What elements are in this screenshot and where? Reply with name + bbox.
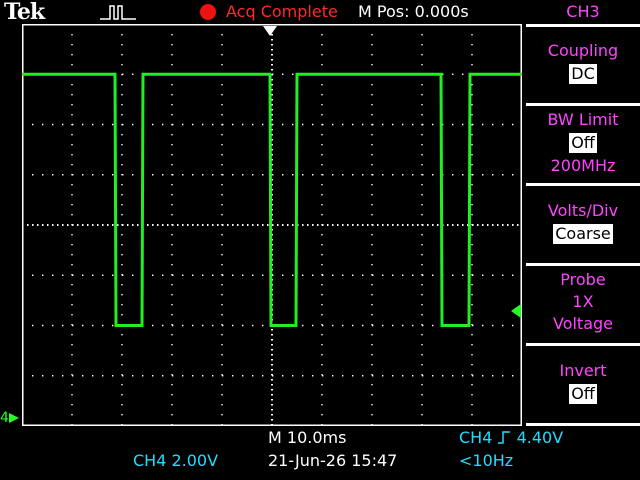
invert-button[interactable]: Invert Off — [526, 360, 640, 404]
ground-arrow-icon — [9, 413, 19, 423]
menu-divider — [526, 343, 640, 346]
probe-button[interactable]: Probe 1X Voltage — [526, 269, 640, 335]
invert-value: Off — [569, 384, 597, 404]
waveform-display — [22, 24, 522, 426]
frequency-readout: <10Hz — [459, 451, 514, 470]
volts-div-label: Volts/Div — [547, 201, 619, 220]
channel-scale-readout: CH4 2.00V — [133, 451, 219, 470]
probe-label: Probe — [560, 270, 606, 289]
bw-limit-value: Off — [569, 133, 597, 153]
bw-limit-label: BW Limit — [547, 110, 619, 129]
menu-divider — [526, 24, 640, 27]
invert-label: Invert — [559, 361, 607, 380]
channel-ground-marker: 4 — [0, 410, 9, 426]
trigger-pulse-icon — [100, 5, 136, 20]
waveform-trace — [22, 72, 522, 327]
trigger-level-marker-icon — [511, 304, 521, 318]
coupling-label: Coupling — [547, 41, 619, 60]
bw-limit-button[interactable]: BW Limit Off 200MHz — [526, 109, 640, 177]
trigger-readout: CH4 4.40V — [459, 428, 563, 448]
acquisition-status-icon — [200, 4, 216, 20]
menu-channel-title: CH3 — [566, 2, 600, 21]
acquisition-status: Acq Complete — [226, 2, 338, 21]
trigger-source: CH4 — [459, 428, 493, 447]
side-menu: CH3 Coupling DC BW Limit Off 200MHz Volt… — [526, 0, 640, 480]
datetime-readout: 21-Jun-26 15:47 — [268, 451, 398, 470]
menu-divider — [526, 183, 640, 186]
probe-attenuation: 1X — [572, 292, 594, 311]
rising-edge-icon — [498, 431, 511, 444]
menu-position-readout: M Pos: 0.000s — [358, 2, 469, 21]
bw-limit-frequency: 200MHz — [550, 156, 616, 175]
brand-logo: Tek — [4, 0, 45, 25]
volts-div-value: Coarse — [553, 224, 613, 244]
coupling-value: DC — [569, 64, 597, 84]
trigger-position-marker-icon — [263, 26, 277, 36]
coupling-button[interactable]: Coupling DC — [526, 40, 640, 84]
trigger-level: 4.40V — [516, 428, 564, 447]
menu-divider — [526, 263, 640, 266]
menu-divider — [526, 423, 640, 426]
menu-divider — [526, 103, 640, 106]
timebase-readout: M 10.0ms — [268, 428, 347, 447]
probe-type: Voltage — [552, 314, 613, 333]
volts-div-button[interactable]: Volts/Div Coarse — [526, 200, 640, 244]
